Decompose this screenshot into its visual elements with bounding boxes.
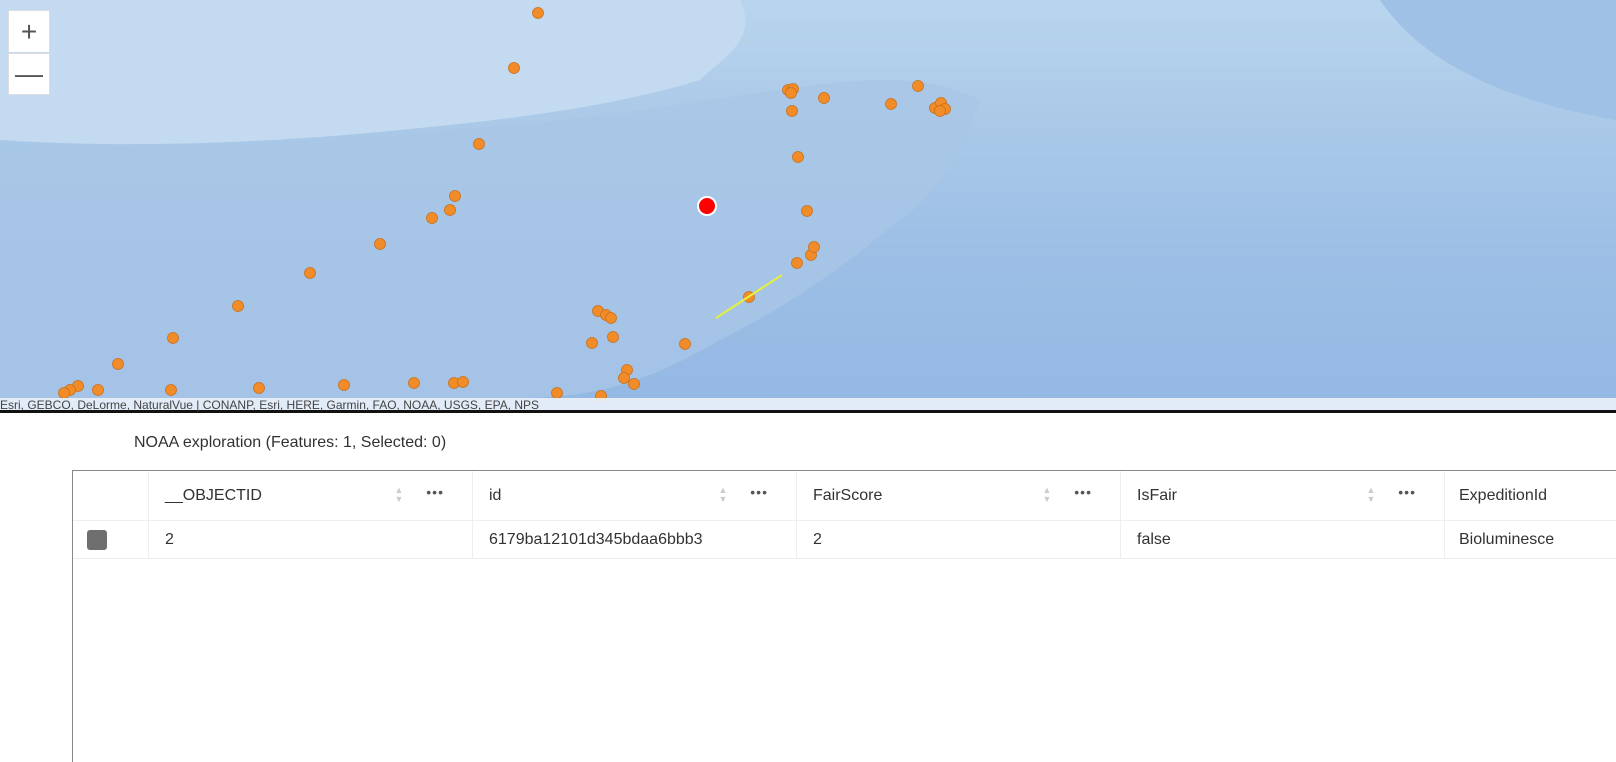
column-label: __OBJECTID xyxy=(165,486,262,504)
map-point[interactable] xyxy=(791,257,803,269)
map-point[interactable] xyxy=(551,387,563,399)
map-point[interactable] xyxy=(792,151,804,163)
map-point[interactable] xyxy=(532,7,544,19)
row-checkbox[interactable] xyxy=(87,529,107,550)
table-row[interactable]: 2 6179ba12101d345bdaa6bbb3 2 false Biolu… xyxy=(73,521,1616,559)
table-cell: Bioluminesce xyxy=(1459,530,1555,548)
row-select-cell[interactable] xyxy=(73,521,149,558)
zoom-in-button[interactable]: + xyxy=(8,10,50,52)
selected-point[interactable] xyxy=(697,196,717,216)
table-title: NOAA exploration (Features: 1, Selected:… xyxy=(134,434,447,451)
column-label: FairScore xyxy=(813,486,883,504)
map-point[interactable] xyxy=(58,387,70,399)
zoom-out-button[interactable]: — xyxy=(8,53,50,95)
map-point[interactable] xyxy=(912,80,924,92)
column-header[interactable]: ExpeditionId xyxy=(1445,471,1616,520)
map-point[interactable] xyxy=(607,331,619,343)
sort-icon[interactable]: ▲ ▼ xyxy=(1042,486,1052,504)
header-row: __OBJECTID ▲ ▼ ••• id ▲ ▼ ••• FairScore ▲ ▼ ••• I… xyxy=(73,471,1616,521)
more-options-icon[interactable]: ••• xyxy=(1074,484,1092,500)
map-point[interactable] xyxy=(786,105,798,117)
map-point[interactable] xyxy=(449,190,461,202)
column-header[interactable]: __OBJECTID ▲ ▼ ••• xyxy=(149,471,473,520)
map-point[interactable] xyxy=(165,384,177,396)
column-label: IsFair xyxy=(1137,486,1177,504)
table-cell: 2 xyxy=(149,521,473,558)
map-point[interactable] xyxy=(618,372,630,384)
column-header[interactable]: IsFair ▲ ▼ ••• xyxy=(1121,471,1445,520)
map-point[interactable] xyxy=(801,205,813,217)
table-cell: false xyxy=(1121,521,1445,558)
map-point[interactable] xyxy=(304,267,316,279)
select-all-cell xyxy=(73,471,149,520)
map-point[interactable] xyxy=(457,376,469,388)
map-point[interactable] xyxy=(92,384,104,396)
map-point[interactable] xyxy=(426,212,438,224)
map-point[interactable] xyxy=(508,62,520,74)
sort-icon[interactable]: ▲ ▼ xyxy=(1366,486,1376,504)
map-point[interactable] xyxy=(253,382,265,394)
feature-table: __OBJECTID ▲ ▼ ••• id ▲ ▼ ••• FairScore ▲ ▼ ••• I… xyxy=(72,470,1616,762)
map-point[interactable] xyxy=(473,138,485,150)
map-point[interactable] xyxy=(679,338,691,350)
map-point[interactable] xyxy=(167,332,179,344)
map-point[interactable] xyxy=(408,377,420,389)
sort-icon[interactable]: ▲ ▼ xyxy=(718,486,728,504)
map-point[interactable] xyxy=(232,300,244,312)
column-label: ExpeditionId xyxy=(1459,486,1548,504)
more-options-icon[interactable]: ••• xyxy=(750,484,768,500)
map-point[interactable] xyxy=(885,98,897,110)
map-view[interactable]: + — Esri, GEBCO, DeLorme, NaturalVue | C… xyxy=(0,0,1616,413)
attribution: Esri, GEBCO, DeLorme, NaturalVue | CONAN… xyxy=(0,398,1616,413)
map-point[interactable] xyxy=(605,312,617,324)
sort-icon[interactable]: ▲ ▼ xyxy=(394,486,404,504)
table-cell: 6179ba12101d345bdaa6bbb3 xyxy=(473,521,797,558)
map-point[interactable] xyxy=(374,238,386,250)
deep-region xyxy=(1380,0,1616,120)
map-point[interactable] xyxy=(586,337,598,349)
map-point[interactable] xyxy=(934,105,946,117)
table-cell: 2 xyxy=(797,521,1121,558)
map-layer xyxy=(0,0,1616,402)
column-label: id xyxy=(489,486,502,504)
more-options-icon[interactable]: ••• xyxy=(1398,484,1416,500)
map-point[interactable] xyxy=(112,358,124,370)
map-point[interactable] xyxy=(785,87,797,99)
map-point[interactable] xyxy=(808,241,820,253)
map-point[interactable] xyxy=(628,378,640,390)
more-options-icon[interactable]: ••• xyxy=(426,484,444,500)
column-header[interactable]: FairScore ▲ ▼ ••• xyxy=(797,471,1121,520)
map-point[interactable] xyxy=(338,379,350,391)
map-point[interactable] xyxy=(444,204,456,216)
map-point[interactable] xyxy=(818,92,830,104)
column-header[interactable]: id ▲ ▼ ••• xyxy=(473,471,797,520)
